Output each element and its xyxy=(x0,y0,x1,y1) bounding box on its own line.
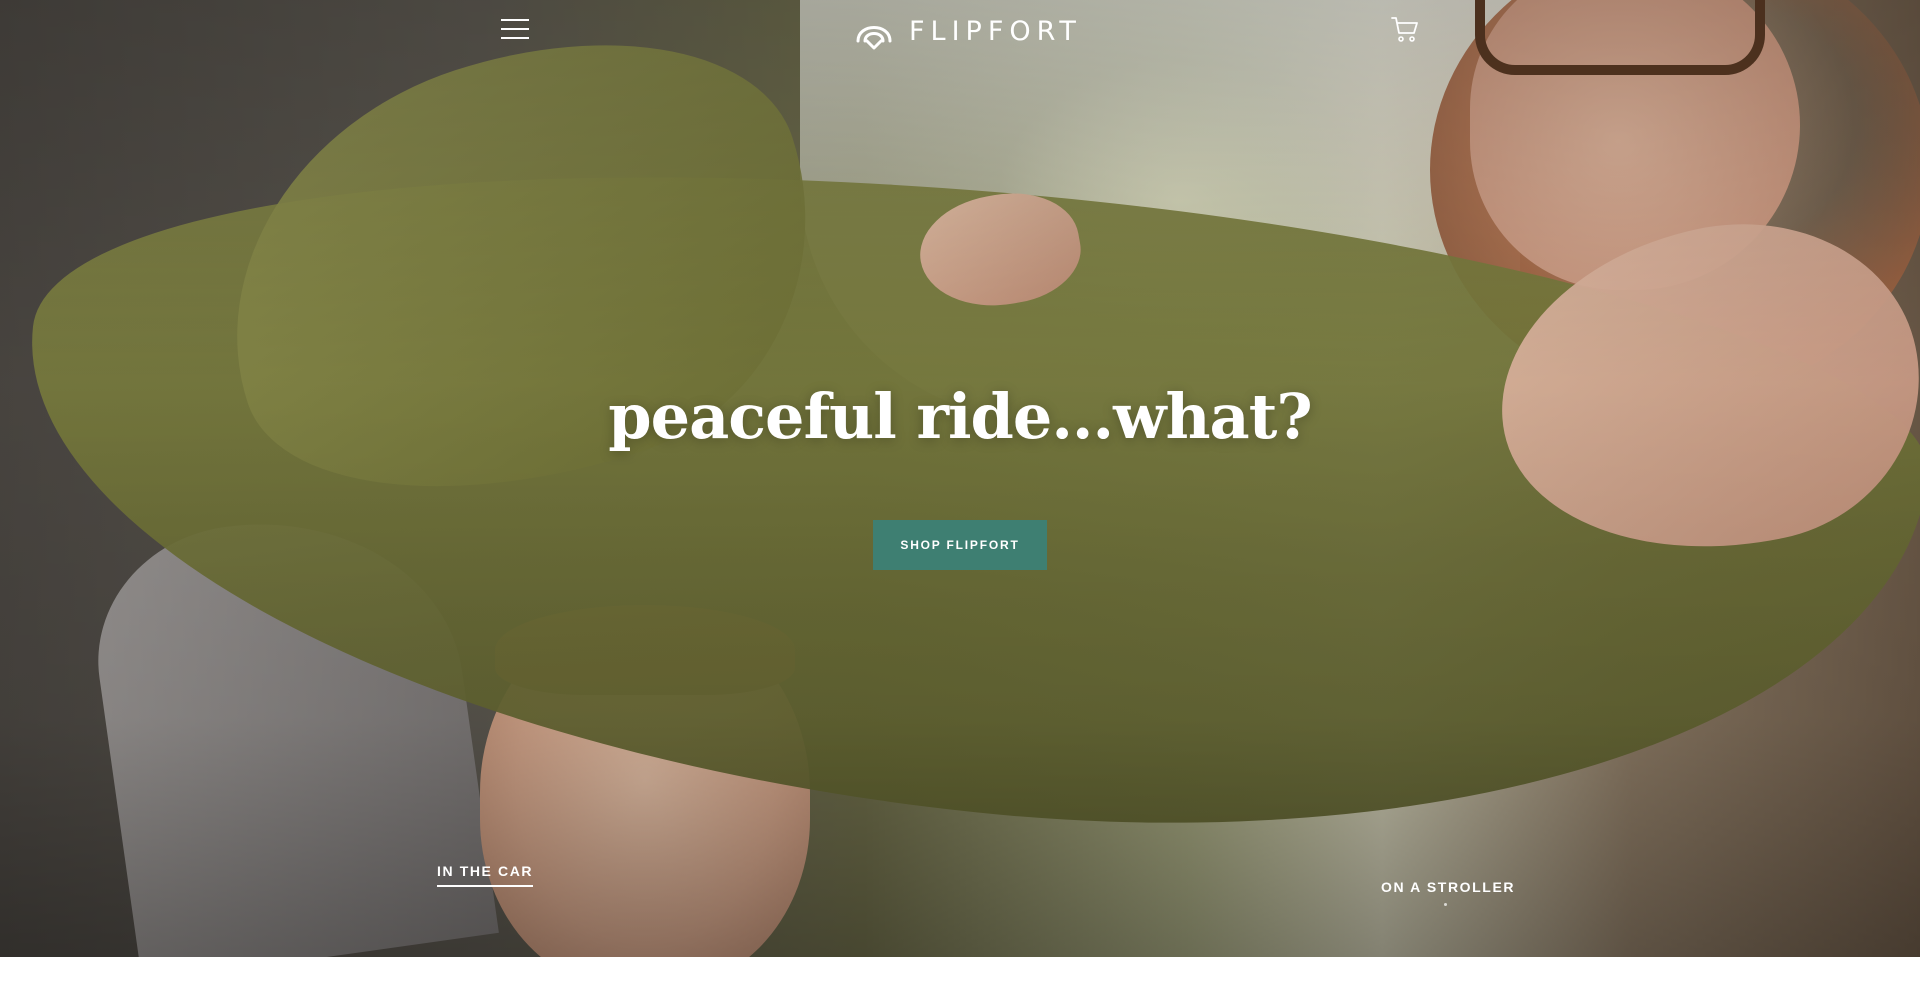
shop-flipfort-button[interactable]: SHOP FLIPFORT xyxy=(873,520,1047,570)
shopping-cart-icon[interactable] xyxy=(1390,14,1420,44)
slide-link-on-a-stroller[interactable]: ON A STROLLER xyxy=(1381,879,1515,901)
hero-banner: FLIPFORT peaceful ride...what? SHOP FLIP… xyxy=(0,0,1920,957)
logo-text: FLIPFORT xyxy=(909,15,1082,47)
site-header: FLIPFORT xyxy=(0,0,1920,60)
hero-overlay xyxy=(0,0,1920,957)
slide-link-in-the-car[interactable]: IN THE CAR xyxy=(437,863,534,887)
hamburger-menu-icon[interactable] xyxy=(501,19,529,41)
hero-headline: peaceful ride...what? xyxy=(608,380,1312,453)
site-logo[interactable]: FLIPFORT xyxy=(853,11,1082,51)
slide-indicator-dot xyxy=(1444,903,1447,906)
flipfort-logo-icon xyxy=(856,26,892,50)
